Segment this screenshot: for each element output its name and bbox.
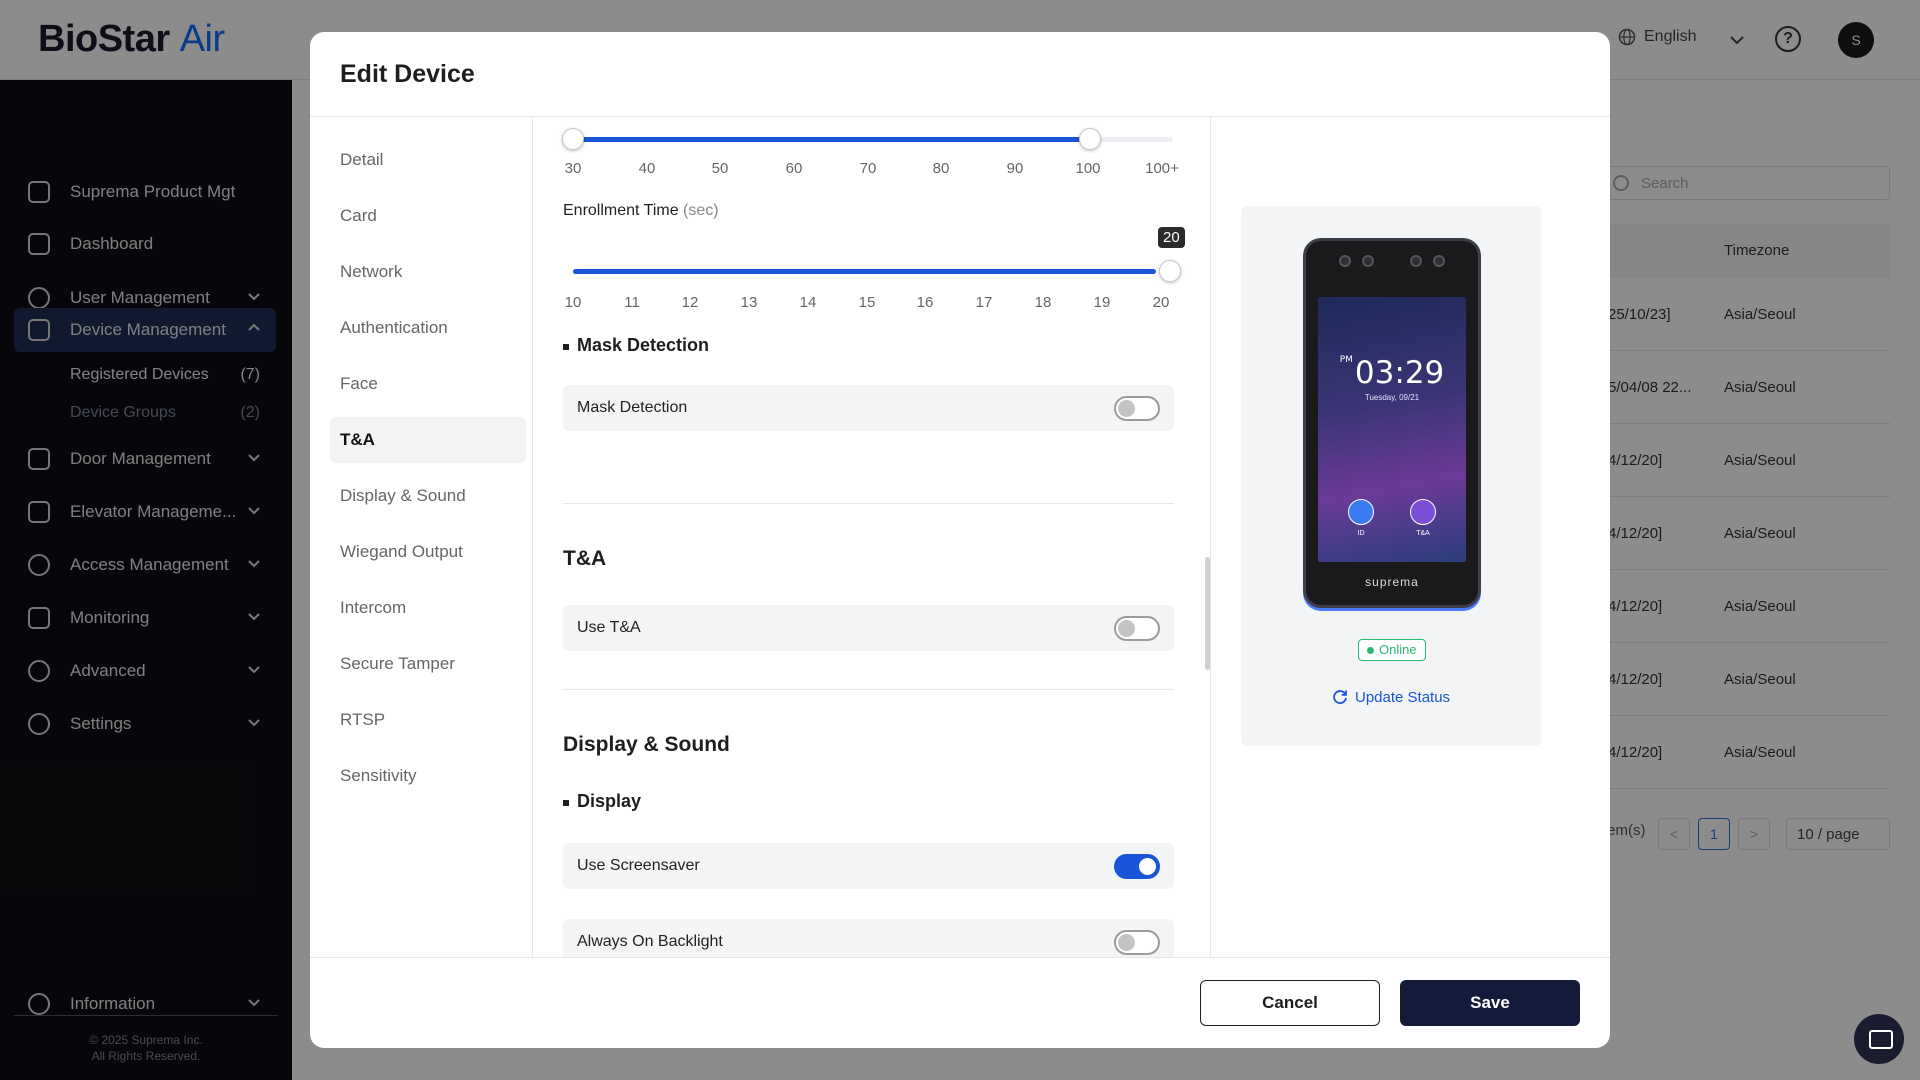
tick-label: 12 bbox=[681, 294, 699, 311]
update-status-link[interactable]: Update Status bbox=[1331, 688, 1450, 706]
slider-fill bbox=[573, 269, 1156, 274]
tab-sensitivity[interactable]: Sensitivity bbox=[330, 753, 526, 799]
save-button[interactable]: Save bbox=[1400, 980, 1580, 1026]
slider-fill bbox=[573, 137, 1090, 142]
tab-display-sound[interactable]: Display & Sound bbox=[330, 473, 526, 519]
tick-label: 90 bbox=[1006, 160, 1024, 177]
divider bbox=[563, 503, 1174, 504]
device-screen: PM03:29 Tuesday, 09/21 ID T&A bbox=[1318, 297, 1466, 562]
toggle-knob bbox=[1118, 934, 1135, 951]
camera-icon bbox=[1433, 255, 1445, 267]
display-sound-heading: Display & Sound bbox=[563, 733, 730, 756]
tick-label: 80 bbox=[932, 160, 950, 177]
use-ta-toggle[interactable] bbox=[1114, 616, 1160, 641]
tick-label: 15 bbox=[858, 294, 876, 311]
mask-detection-subheading: Mask Detection bbox=[563, 335, 709, 356]
tab-secure-tamper[interactable]: Secure Tamper bbox=[330, 641, 526, 687]
mask-detection-row: Mask Detection bbox=[563, 385, 1174, 431]
device-date: Tuesday, 09/21 bbox=[1364, 393, 1420, 402]
option-label: Use Screensaver bbox=[577, 857, 700, 874]
tick-label: 13 bbox=[740, 294, 758, 311]
tick-label: 17 bbox=[975, 294, 993, 311]
enrollment-time-label: Enrollment Time (sec) bbox=[563, 202, 719, 219]
tick-label: 70 bbox=[859, 160, 877, 177]
tab-intercom[interactable]: Intercom bbox=[330, 585, 526, 631]
device-image: PM03:29 Tuesday, 09/21 ID T&A suprema bbox=[1303, 238, 1481, 608]
tick-label: 40 bbox=[638, 160, 656, 177]
chat-icon[interactable] bbox=[1854, 1014, 1904, 1064]
slider-handle[interactable] bbox=[1159, 260, 1181, 282]
modal-title: Edit Device bbox=[340, 60, 475, 88]
tab-face[interactable]: Face bbox=[330, 361, 526, 407]
toggle-knob bbox=[1118, 620, 1135, 637]
always-on-backlight-toggle[interactable] bbox=[1114, 930, 1160, 955]
slider-handle-low[interactable] bbox=[562, 128, 584, 150]
camera-icon bbox=[1339, 255, 1351, 267]
camera-icon bbox=[1362, 255, 1374, 267]
option-label: Mask Detection bbox=[577, 399, 688, 416]
use-screensaver-toggle[interactable] bbox=[1114, 854, 1160, 879]
divider bbox=[310, 957, 1610, 958]
toggle-knob bbox=[1118, 400, 1135, 417]
scrollbar[interactable] bbox=[1205, 557, 1210, 670]
tab-detail[interactable]: Detail bbox=[330, 137, 526, 183]
edit-device-modal: Edit Device Detail Card Network Authenti… bbox=[310, 32, 1610, 1048]
display-subheading: Display bbox=[563, 791, 641, 812]
option-label: Use T&A bbox=[577, 619, 641, 636]
divider bbox=[1210, 117, 1211, 957]
camera-icon bbox=[1410, 255, 1422, 267]
always-on-backlight-row: Always On Backlight bbox=[563, 919, 1174, 957]
use-ta-row: Use T&A bbox=[563, 605, 1174, 651]
cancel-button[interactable]: Cancel bbox=[1200, 980, 1380, 1026]
ta-section-heading: T&A bbox=[563, 547, 607, 570]
tick-label: 50 bbox=[711, 160, 729, 177]
tick-label: 18 bbox=[1034, 294, 1052, 311]
status-badge: Online bbox=[1358, 639, 1426, 661]
tick-label: 11 bbox=[624, 294, 640, 311]
device-brand: suprema bbox=[1365, 575, 1419, 589]
tick-label: 10 bbox=[564, 294, 582, 311]
device-preview-card: PM03:29 Tuesday, 09/21 ID T&A suprema On… bbox=[1241, 206, 1541, 746]
tick-label: 19 bbox=[1093, 294, 1111, 311]
device-clock: PM03:29 bbox=[1339, 355, 1445, 391]
tick-label: 100 bbox=[1075, 160, 1101, 177]
slider-value-tooltip: 20 bbox=[1158, 227, 1185, 248]
divider bbox=[563, 689, 1174, 690]
clock-icon bbox=[1410, 499, 1436, 525]
tab-card[interactable]: Card bbox=[330, 193, 526, 239]
tick-label: 20 bbox=[1152, 294, 1170, 311]
option-label: Always On Backlight bbox=[577, 933, 723, 950]
tab-ta[interactable]: T&A bbox=[330, 417, 526, 463]
toggle-knob bbox=[1139, 858, 1156, 875]
tab-rtsp[interactable]: RTSP bbox=[330, 697, 526, 743]
slider-handle-high[interactable] bbox=[1079, 128, 1101, 150]
tick-label: 30 bbox=[564, 160, 582, 177]
tick-label: 16 bbox=[916, 294, 934, 311]
use-screensaver-row: Use Screensaver bbox=[563, 843, 1174, 889]
refresh-icon bbox=[1333, 690, 1347, 704]
tab-authentication[interactable]: Authentication bbox=[330, 305, 526, 351]
tab-network[interactable]: Network bbox=[330, 249, 526, 295]
settings-content: 30 40 50 60 70 80 90 100 100+ Enrollment… bbox=[533, 117, 1210, 957]
tick-label: 100+ bbox=[1145, 160, 1179, 177]
tick-label: 60 bbox=[785, 160, 803, 177]
user-icon bbox=[1348, 499, 1374, 525]
tick-label: 14 bbox=[799, 294, 817, 311]
tab-wiegand-output[interactable]: Wiegand Output bbox=[330, 529, 526, 575]
mask-detection-toggle[interactable] bbox=[1114, 396, 1160, 421]
